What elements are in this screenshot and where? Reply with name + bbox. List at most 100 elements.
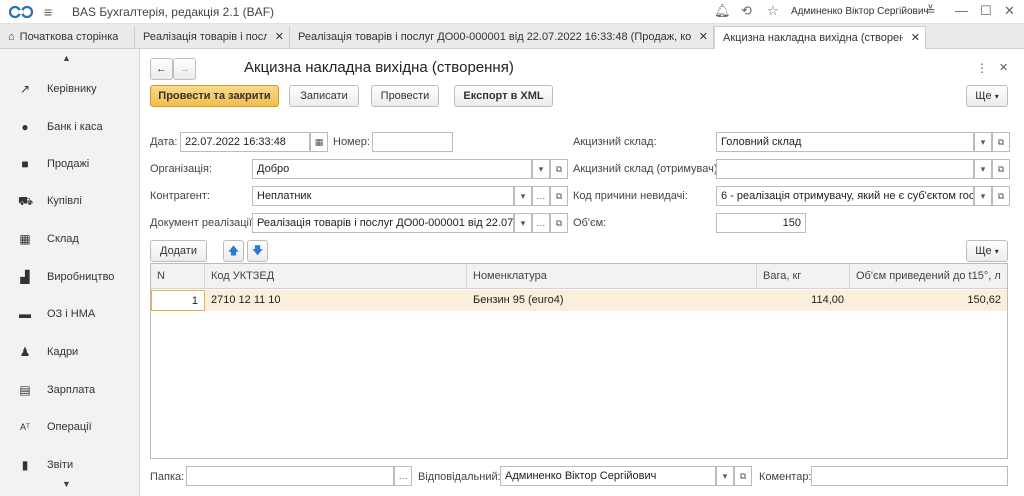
excise-warehouse-label: Акцизний склад: <box>573 136 657 148</box>
dropdown-icon[interactable]: ▾ <box>716 466 734 486</box>
dropdown-icon[interactable]: ▾ <box>974 132 992 152</box>
excise-warehouse-receiver-field[interactable] <box>716 159 974 179</box>
volume-field[interactable]: 150 <box>716 213 806 233</box>
move-down-button[interactable]: 🡇 <box>247 240 268 262</box>
select-ellipsis-icon[interactable]: … <box>394 466 412 486</box>
sidebar-item-production[interactable]: ▟ Виробництво <box>0 262 139 292</box>
sidebar-item-sales[interactable]: ■ Продажі <box>0 149 139 179</box>
chart-line-icon: ↗ <box>19 82 31 96</box>
column-header-weight[interactable]: Вага, кг <box>757 264 850 289</box>
tab-sales-list[interactable]: Реалізація товарів і послуг ✕ <box>135 26 290 49</box>
close-tab-icon[interactable]: ✕ <box>275 30 284 43</box>
post-button[interactable]: Провести <box>371 85 439 107</box>
column-header-code[interactable]: Код УКТЗЕД <box>205 264 467 289</box>
back-button[interactable]: ← <box>150 58 173 80</box>
app-logo-icon[interactable] <box>8 5 36 19</box>
dropdown-icon[interactable]: ▾ <box>974 186 992 206</box>
table-header: N Код УКТЗЕД Номенклатура Вага, кг Об'єм… <box>151 264 1007 289</box>
sidebar-item-warehouse[interactable]: ▦ Склад <box>0 224 139 254</box>
tab-excise-invoice[interactable]: Акцизна накладна вихідна (створення) ✕ <box>714 26 926 50</box>
tab-sales-document[interactable]: Реалізація товарів і послуг ДО00-000001 … <box>290 26 714 49</box>
organization-field[interactable]: Добро <box>252 159 532 179</box>
open-link-icon[interactable]: ⧉ <box>734 466 752 486</box>
sale-document-field[interactable]: Реалізація товарів і послуг ДО00-000001 … <box>252 213 514 233</box>
dropdown-icon[interactable]: ▾ <box>532 159 550 179</box>
cell-n[interactable]: 1 <box>151 290 205 311</box>
current-user[interactable]: Админенко Віктор Сергійович <box>791 6 929 17</box>
post-and-close-button[interactable]: Провести та закрити <box>150 85 279 107</box>
dropdown-icon[interactable]: ▾ <box>514 186 532 206</box>
date-field[interactable]: 22.07.2022 16:33:48 <box>180 132 310 152</box>
forward-button[interactable]: → <box>173 58 196 80</box>
tab-home[interactable]: ⌂ Початкова сторінка <box>0 26 135 49</box>
responsible-field[interactable]: Админенко Віктор Сергійович <box>500 466 716 486</box>
history-icon[interactable]: ⟲ <box>741 3 752 19</box>
cell-weight[interactable]: 114,00 <box>757 290 850 311</box>
main-menu-icon[interactable]: ≡ <box>44 4 52 20</box>
sidebar-item-salary[interactable]: ▤ Зарплата <box>0 375 139 405</box>
move-up-button[interactable]: 🡅 <box>223 240 244 262</box>
excise-warehouse-field[interactable]: Головний склад <box>716 132 974 152</box>
table-row[interactable]: 1 2710 12 11 10 Бензин 95 (euro4) 114,00… <box>151 290 1007 311</box>
select-ellipsis-icon[interactable]: … <box>532 186 550 206</box>
add-row-button[interactable]: Додати <box>150 240 207 262</box>
sidebar-scroll-up-icon[interactable]: ▲ <box>62 53 71 63</box>
volume-label: Об'єм: <box>573 217 607 229</box>
cell-volume[interactable]: 150,62 <box>850 290 1007 311</box>
open-link-icon[interactable]: ⧉ <box>992 186 1010 206</box>
home-icon: ⌂ <box>8 31 15 43</box>
tab-bar: ⌂ Початкова сторінка Реалізація товарів і… <box>0 24 1024 50</box>
open-link-icon[interactable]: ⧉ <box>992 159 1010 179</box>
document-form: ← → Акцизна накладна вихідна (створення)… <box>141 49 1024 496</box>
sidebar-item-fixed-assets[interactable]: ▬ ОЗ і НМА <box>0 299 139 329</box>
calculator-icon: ▤ <box>19 383 31 397</box>
folder-field[interactable] <box>186 466 394 486</box>
select-ellipsis-icon[interactable]: … <box>532 213 550 233</box>
close-window-icon[interactable]: ✕ <box>1004 3 1015 19</box>
calendar-icon[interactable]: ▦ <box>310 132 328 152</box>
comment-label: Коментар: <box>759 471 812 483</box>
sidebar-item-management[interactable]: ↗ Керівнику <box>0 74 139 104</box>
contractor-field[interactable]: Неплатник <box>252 186 514 206</box>
minimize-icon[interactable]: — <box>955 3 968 18</box>
sidebar-item-operations[interactable]: Aᵀ Операції <box>0 412 139 442</box>
bell-icon[interactable]: 🔔︎ <box>714 3 731 19</box>
open-link-icon[interactable]: ⧉ <box>550 186 568 206</box>
number-field[interactable] <box>372 132 453 152</box>
sidebar-item-reports[interactable]: ▮ Звіти <box>0 450 139 480</box>
cell-item[interactable]: Бензин 95 (euro4) <box>467 290 757 311</box>
export-xml-button[interactable]: Експорт в XML <box>454 85 553 107</box>
save-button[interactable]: Записати <box>289 85 359 107</box>
column-header-n[interactable]: N <box>151 264 205 289</box>
arrow-up-icon: 🡅 <box>227 245 240 257</box>
sidebar-item-purchases[interactable]: ⛟ Купівлі <box>0 186 139 216</box>
dropdown-icon[interactable]: ▾ <box>974 159 992 179</box>
settings-icon[interactable]: ≚ <box>925 3 936 19</box>
close-tab-icon[interactable]: ✕ <box>699 30 708 43</box>
column-header-item[interactable]: Номенклатура <box>467 264 757 289</box>
sidebar: ▲ ↗ Керівнику ● Банк і каса ■ Продажі ⛟ … <box>0 49 140 496</box>
close-form-icon[interactable]: ✕ <box>999 61 1008 74</box>
shopping-bag-icon: ■ <box>21 157 29 171</box>
open-link-icon[interactable]: ⧉ <box>550 213 568 233</box>
open-link-icon[interactable]: ⧉ <box>992 132 1010 152</box>
close-tab-icon[interactable]: ✕ <box>911 31 920 44</box>
more-options-icon[interactable]: ⋮ <box>976 61 988 75</box>
sidebar-item-bank-cash[interactable]: ● Банк і каса <box>0 112 139 142</box>
dropdown-icon[interactable]: ▾ <box>514 213 532 233</box>
maximize-icon[interactable]: ☐ <box>980 3 992 19</box>
date-label: Дата: <box>150 136 178 148</box>
sidebar-scroll-down-icon[interactable]: ▼ <box>62 479 71 489</box>
open-link-icon[interactable]: ⧉ <box>550 159 568 179</box>
comment-field[interactable] <box>811 466 1008 486</box>
column-header-volume[interactable]: Об'єм приведений до t15°, л <box>850 264 1007 289</box>
table-more-button[interactable]: Ще ▾ <box>966 240 1008 262</box>
goods-table[interactable]: N Код УКТЗЕД Номенклатура Вага, кг Об'єм… <box>150 263 1008 459</box>
reason-code-label: Код причини невидачі: <box>573 190 688 202</box>
star-icon[interactable]: ☆ <box>767 3 779 19</box>
sidebar-item-hr[interactable]: ♟ Кадри <box>0 337 139 367</box>
reason-code-field[interactable]: 6 - реалізація отримувачу, який не є суб… <box>716 186 974 206</box>
arrow-down-icon: 🡇 <box>251 245 264 257</box>
cell-code[interactable]: 2710 12 11 10 <box>205 290 467 311</box>
more-button[interactable]: Ще ▾ <box>966 85 1008 107</box>
